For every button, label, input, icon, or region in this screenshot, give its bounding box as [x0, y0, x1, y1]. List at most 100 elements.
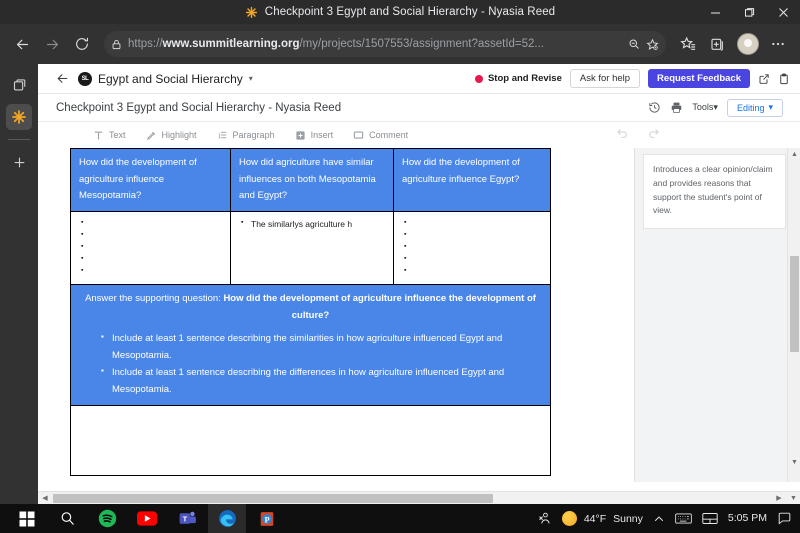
paragraph-button[interactable]: I Paragraph — [217, 130, 275, 141]
ask-for-help-button[interactable]: Ask for help — [569, 69, 641, 88]
add-site-icon[interactable] — [6, 149, 32, 175]
browser-essentials-icon[interactable] — [704, 30, 732, 58]
powerpoint-taskbar-icon[interactable]: P — [248, 504, 286, 533]
table-header-cell[interactable]: How did the development of agriculture i… — [70, 148, 231, 212]
search-button[interactable] — [48, 504, 86, 533]
tools-menu[interactable]: Tools▾ — [692, 102, 718, 113]
profile-avatar[interactable] — [734, 30, 762, 58]
print-icon[interactable] — [670, 101, 683, 114]
chevron-down-icon: ▾ — [768, 102, 773, 112]
text-format-icon — [93, 130, 104, 141]
prompt-bold: How did the development of agriculture i… — [223, 293, 536, 321]
undo-icon[interactable] — [616, 126, 629, 144]
answer-cell-egypt[interactable] — [393, 211, 551, 285]
window-title-text: Checkpoint 3 Egypt and Social Hierarchy … — [264, 6, 556, 18]
vertical-scrollbar-thumb[interactable] — [790, 256, 799, 352]
address-bar[interactable]: https://www.summitlearning.org/my/projec… — [104, 31, 666, 57]
tray-overflow-icon[interactable] — [653, 513, 665, 525]
edge-taskbar-icon[interactable] — [208, 504, 246, 533]
highlight-button[interactable]: Highlight — [146, 130, 197, 141]
weather-widget[interactable]: 44°F Sunny — [561, 511, 643, 526]
list-item[interactable] — [79, 217, 222, 230]
list-item[interactable] — [402, 253, 542, 266]
browser-side-rail — [0, 64, 38, 504]
list-item[interactable] — [79, 253, 222, 266]
reload-button[interactable] — [68, 30, 96, 58]
svg-text:T: T — [182, 514, 187, 523]
add-favorite-icon[interactable] — [646, 38, 659, 51]
url-text: https://www.summitlearning.org/my/projec… — [128, 38, 622, 50]
open-in-new-tab-icon[interactable] — [758, 73, 770, 85]
answer-cell-similarities[interactable]: The similarlys agriculture h — [230, 211, 394, 285]
document-scroll-region[interactable]: How did the development of agriculture i… — [38, 148, 634, 482]
list-item[interactable] — [79, 265, 222, 278]
summit-learning-site-icon[interactable] — [6, 104, 32, 130]
table-header-cell[interactable]: How did the development of agriculture i… — [393, 148, 551, 212]
version-history-icon[interactable] — [648, 101, 661, 114]
scroll-down-arrow[interactable]: ▼ — [788, 456, 800, 469]
favorites-icon[interactable] — [674, 30, 702, 58]
document-name[interactable]: Checkpoint 3 Egypt and Social Hierarchy … — [56, 102, 341, 114]
scroll-right-arrow[interactable]: ▶ — [772, 492, 786, 505]
prompt-lead: Answer the supporting question: — [85, 293, 224, 304]
start-button[interactable] — [8, 504, 46, 533]
clock[interactable]: 5:05 PM — [728, 512, 767, 524]
table-header-row: How did the development of agriculture i… — [70, 148, 551, 212]
paragraph-label: Paragraph — [232, 130, 275, 140]
list-item[interactable]: The similarlys agriculture h — [239, 217, 385, 232]
list-item[interactable] — [79, 229, 222, 242]
list-item[interactable] — [402, 229, 542, 242]
back-button[interactable] — [8, 30, 36, 58]
spotify-taskbar-icon[interactable] — [88, 504, 126, 533]
settings-and-more-icon[interactable] — [764, 30, 792, 58]
close-button[interactable] — [766, 0, 800, 24]
window-title: Checkpoint 3 Egypt and Social Hierarchy … — [245, 6, 555, 19]
redo-icon[interactable] — [647, 126, 660, 144]
scroll-up-arrow[interactable]: ▲ — [788, 148, 800, 161]
youtube-taskbar-icon[interactable] — [128, 504, 166, 533]
highlighter-icon — [146, 130, 157, 141]
scroll-left-arrow[interactable]: ◀ — [38, 492, 52, 505]
app-header: SL Egypt and Social Hierarchy ▾ Stop and… — [38, 64, 800, 94]
comment-icon — [353, 130, 364, 141]
input-indicator-icon[interactable] — [702, 512, 718, 525]
logo-text: SL — [81, 75, 89, 82]
tab-actions-icon[interactable] — [6, 72, 32, 98]
insert-plus-icon — [295, 130, 306, 141]
table-header-cell[interactable]: How did agriculture have similar influen… — [230, 148, 394, 212]
list-item[interactable] — [79, 241, 222, 254]
weather-description: Sunny — [613, 512, 643, 525]
document-canvas: How did the development of agriculture i… — [70, 148, 551, 476]
vertical-scrollbar[interactable]: ▲ ▼ — [787, 148, 800, 482]
editing-mode-button[interactable]: Editing ▾ — [726, 98, 783, 117]
system-tray: 44°F Sunny 5:05 PM — [537, 511, 800, 526]
chevron-down-icon[interactable]: ▾ — [249, 74, 253, 83]
app-header-actions: Stop and Revise Ask for help Request Fee… — [474, 69, 790, 88]
clipboard-icon[interactable] — [778, 73, 790, 85]
screen: Checkpoint 3 Egypt and Social Hierarchy … — [0, 0, 800, 533]
horizontal-scrollbar[interactable]: ◀ ▶ ▼ — [38, 491, 800, 504]
forward-button[interactable] — [38, 30, 66, 58]
horizontal-scrollbar-thumb[interactable] — [53, 493, 493, 503]
request-feedback-button[interactable]: Request Feedback — [648, 69, 750, 88]
keyboard-icon[interactable] — [675, 512, 692, 525]
blank-answer-cell[interactable] — [70, 404, 551, 476]
minimize-button[interactable] — [698, 0, 732, 24]
window-controls — [698, 0, 800, 24]
maximize-button[interactable] — [732, 0, 766, 24]
list-item[interactable] — [402, 217, 542, 230]
notifications-icon[interactable] — [777, 511, 792, 526]
text-format-button[interactable]: Text — [93, 130, 126, 141]
comment-button[interactable]: Comment — [353, 130, 408, 141]
answer-cell-mesopotamia[interactable] — [70, 211, 231, 285]
list-item[interactable] — [402, 265, 542, 278]
text-format-label: Text — [109, 130, 126, 140]
summit-learning-favicon — [245, 6, 258, 19]
instruction-block[interactable]: Answer the supporting question: How did … — [70, 284, 551, 406]
insert-button[interactable]: Insert — [295, 130, 333, 141]
list-item[interactable] — [402, 241, 542, 254]
zoom-out-icon[interactable] — [628, 38, 640, 50]
app-back-icon[interactable] — [56, 72, 69, 85]
people-icon[interactable] — [537, 511, 552, 526]
teams-taskbar-icon[interactable]: T — [168, 504, 206, 533]
